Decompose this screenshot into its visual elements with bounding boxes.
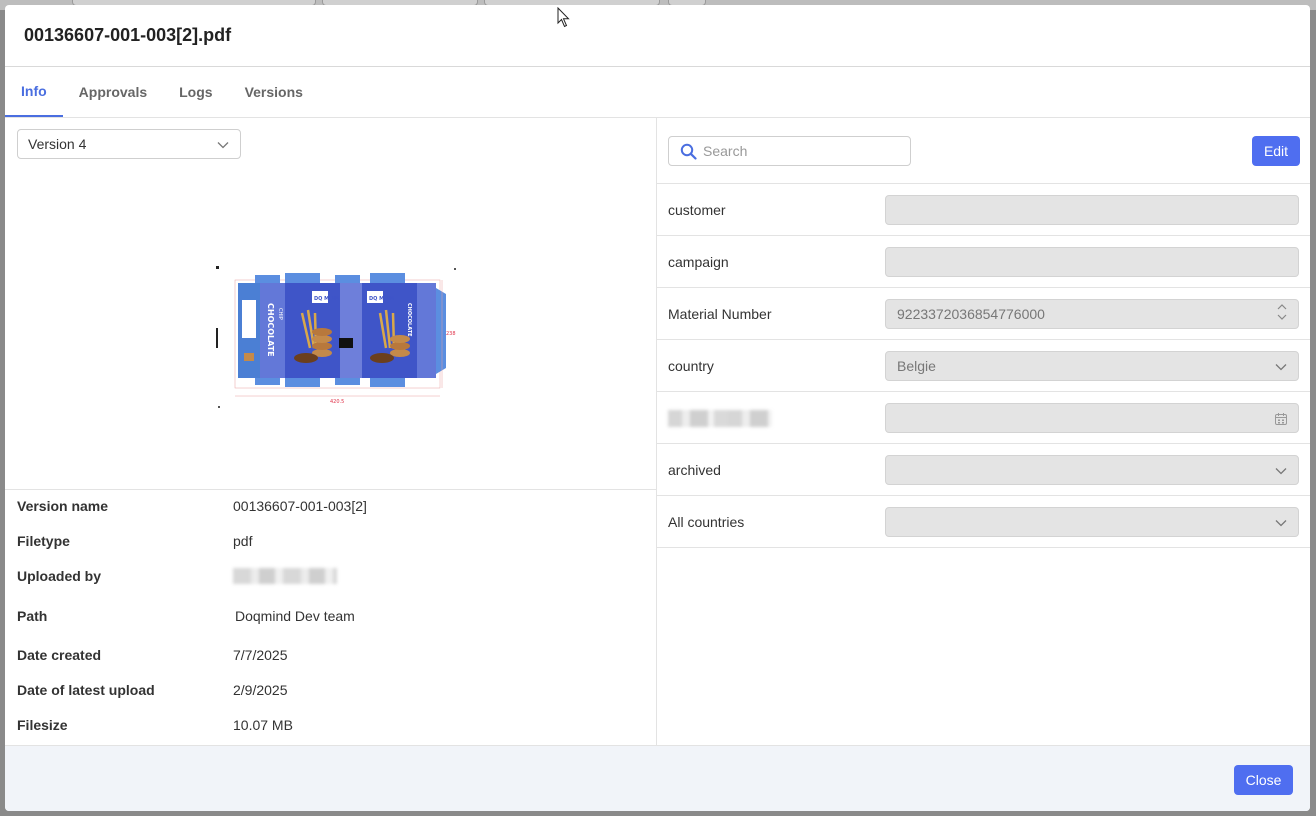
field-row-archived: archived [657, 444, 1310, 496]
field-row-campaign: campaign [657, 236, 1310, 288]
search-icon [680, 143, 697, 160]
svg-text:CHOCOLATE: CHOCOLATE [406, 303, 412, 337]
version-select-value: Version 4 [28, 136, 87, 152]
version-select[interactable]: Version 4 [17, 129, 241, 159]
chevron-down-icon[interactable] [1277, 314, 1287, 321]
field-label: archived [668, 462, 721, 478]
search-box[interactable] [668, 136, 911, 166]
chevron-down-icon [217, 142, 229, 149]
field-label: customer [668, 202, 726, 218]
preview-dim-width: 420.5 [330, 399, 344, 405]
material-number-field[interactable]: 9223372036854776000 [885, 299, 1299, 329]
chevron-down-icon [1275, 520, 1287, 527]
tab-logs[interactable]: Logs [163, 67, 228, 117]
search-input[interactable] [703, 143, 893, 159]
field-label: All countries [668, 514, 745, 530]
info-label: Version name [17, 498, 109, 514]
all-countries-select[interactable] [885, 507, 1299, 537]
material-number-value: 9223372036854776000 [897, 306, 1045, 322]
modal-body: Version 4 CHOCOLATE CHIP CHOCOLATE DQ MI… [5, 118, 1310, 745]
modal-footer: Close [5, 745, 1310, 811]
preview-dim-height: 238 [446, 331, 456, 337]
info-label: Uploaded by [17, 568, 102, 584]
archived-select[interactable] [885, 455, 1299, 485]
preview-brand: DQ MIND [314, 296, 339, 302]
svg-text:DQ MIND: DQ MIND [369, 296, 394, 302]
preview-area: CHOCOLATE CHIP CHOCOLATE DQ MIND DQ MIND [5, 168, 657, 490]
info-label: Date created [17, 647, 102, 663]
file-info-modal: 00136607-001-003[2].pdf Info Approvals L… [5, 5, 1310, 811]
close-button[interactable]: Close [1234, 765, 1293, 795]
left-panel: Version 4 CHOCOLATE CHIP CHOCOLATE DQ MI… [5, 118, 657, 745]
redacted-field-label [668, 410, 772, 427]
metadata-fields: customer campaign Material Number 922337… [657, 183, 1310, 548]
field-label: country [668, 358, 714, 374]
info-value: Doqmind Dev team [235, 608, 355, 624]
chevron-down-icon [1275, 364, 1287, 371]
tab-bar: Info Approvals Logs Versions [5, 67, 1310, 118]
field-row-customer: customer [657, 184, 1310, 236]
info-value-redacted [233, 567, 337, 585]
chevron-down-icon [1275, 468, 1287, 475]
tab-info[interactable]: Info [5, 67, 63, 117]
info-value: 10.07 MB [233, 717, 293, 733]
preview-product-text: CHOCOLATE [266, 303, 275, 357]
info-label: Date of latest upload [17, 682, 155, 698]
info-value: 00136607-001-003[2] [233, 498, 367, 514]
tab-versions[interactable]: Versions [229, 67, 319, 117]
field-label: Material Number [668, 306, 772, 322]
country-select[interactable]: Belgie [885, 351, 1299, 381]
chevron-up-icon[interactable] [1277, 303, 1287, 310]
field-label: campaign [668, 254, 729, 270]
field-row-redacted-date [657, 392, 1310, 444]
modal-title: 00136607-001-003[2].pdf [24, 25, 232, 45]
campaign-field[interactable] [885, 247, 1299, 277]
number-stepper[interactable] [1277, 303, 1287, 321]
field-row-all-countries: All countries [657, 496, 1310, 548]
info-value: pdf [233, 533, 253, 549]
info-value: 2/9/2025 [233, 682, 288, 698]
preview-sub-text: CHIP [277, 308, 283, 320]
file-preview-thumbnail: CHOCOLATE CHIP CHOCOLATE DQ MIND DQ MIND [216, 266, 456, 408]
info-label: Filesize [17, 717, 68, 733]
right-panel: Edit customer campaign Material Number 9… [657, 118, 1310, 745]
date-field[interactable] [885, 403, 1299, 433]
calendar-icon [1275, 413, 1287, 425]
mouse-cursor-icon [557, 7, 570, 28]
customer-field[interactable] [885, 195, 1299, 225]
info-label: Filetype [17, 533, 70, 549]
info-label: Path [17, 608, 48, 624]
edit-button[interactable]: Edit [1252, 136, 1300, 166]
field-row-country: country Belgie [657, 340, 1310, 392]
country-value: Belgie [897, 358, 936, 374]
info-value: 7/7/2025 [233, 647, 288, 663]
modal-header: 00136607-001-003[2].pdf [5, 5, 1310, 67]
tab-approvals[interactable]: Approvals [63, 67, 163, 117]
field-row-material-number: Material Number 9223372036854776000 [657, 288, 1310, 340]
